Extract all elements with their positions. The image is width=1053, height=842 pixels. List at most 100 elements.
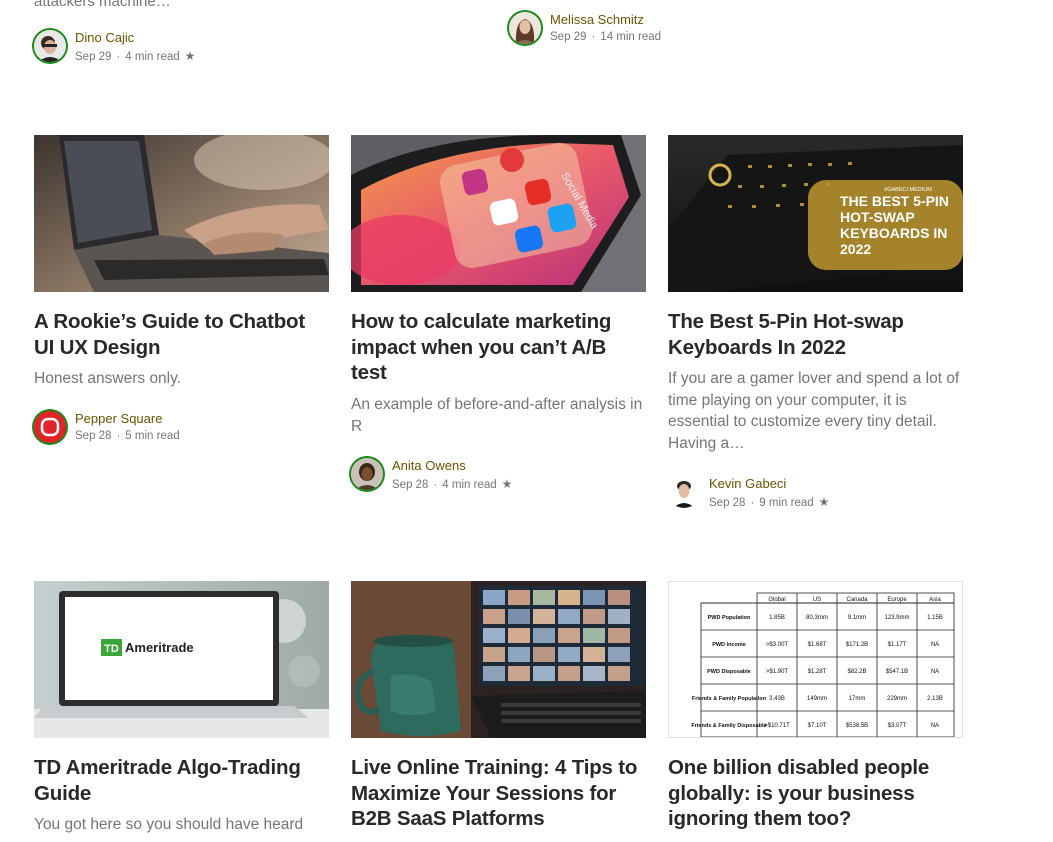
image-headline-line: THE BEST 5-PIN	[840, 193, 949, 209]
table-cell: >$10.71T	[764, 723, 790, 729]
post-meta: Sep 28 · 4 min read ★	[392, 477, 512, 491]
article-title[interactable]: The Best 5-Pin Hot-swap Keyboards In 202…	[668, 309, 938, 360]
author-name[interactable]: Melissa Schmitz	[550, 12, 644, 27]
table-cell: $538.5B	[846, 723, 868, 729]
avatar[interactable]	[668, 476, 700, 508]
table-cell: $3.07T	[888, 723, 907, 729]
table-cell: 17mm	[849, 696, 866, 702]
table-cell: $7.10T	[808, 723, 827, 729]
top-right-author-meta: Melissa Schmitz Sep 29 · 14 min read	[509, 12, 769, 52]
table-cell: 123.9mm	[884, 615, 909, 621]
post-date: Sep 29	[550, 31, 587, 43]
table-header-cell: Asia	[929, 597, 941, 603]
table-cell: 80.3mm	[806, 615, 828, 621]
read-time: 9 min read	[759, 497, 814, 509]
article-thumbnail[interactable]	[351, 581, 646, 738]
post-date: Sep 28	[709, 497, 746, 509]
separator-dot: ·	[116, 430, 121, 442]
post-meta: Sep 28 · 9 min read ★	[709, 495, 829, 509]
article-thumbnail[interactable]: Social Media	[351, 135, 646, 292]
member-only-star-icon: ★	[818, 495, 830, 509]
table-cell: 9.1mm	[848, 615, 866, 621]
avatar[interactable]	[509, 12, 541, 44]
member-only-star-icon: ★	[501, 477, 513, 491]
article-subtitle[interactable]: An example of before-and-after analysis …	[351, 394, 643, 437]
article-card[interactable]: A Rookie’s Guide to Chatbot UI UX Design…	[34, 135, 330, 455]
separator-dot: ·	[116, 51, 121, 63]
article-subtitle[interactable]: If you are a gamer lover and spend a lot…	[668, 368, 960, 454]
article-card[interactable]: Global US Canada Europe Asia PWD Populat…	[668, 581, 964, 842]
table-header-cell: US	[813, 597, 821, 603]
post-meta: Sep 29 · 4 min read ★	[75, 49, 195, 63]
table-header-cell: Europe	[887, 597, 907, 603]
table-cell: NA	[931, 723, 939, 729]
table-row-label: PWD Income	[712, 642, 746, 648]
read-time: 14 min read	[600, 31, 662, 43]
separator-dot: ·	[750, 497, 755, 509]
article-subtitle[interactable]: Honest answers only.	[34, 368, 326, 390]
table-cell: 149mm	[807, 696, 827, 702]
table-cell: NA	[931, 669, 939, 675]
top-left-author-meta: Dino Cajic Sep 29 · 4 min read ★	[34, 30, 294, 70]
article-title[interactable]: A Rookie’s Guide to Chatbot UI UX Design	[34, 309, 326, 360]
avatar[interactable]	[34, 411, 66, 443]
table-cell: 229mm	[887, 696, 907, 702]
article-card[interactable]: Live Online Training: 4 Tips to Maximize…	[351, 581, 647, 842]
author-meta: Pepper Square Sep 28 · 5 min read	[34, 411, 294, 451]
table-cell: >$1.90T	[766, 669, 789, 675]
post-date: Sep 28	[392, 479, 429, 491]
article-title[interactable]: How to calculate marketing impact when y…	[351, 309, 631, 386]
table-row-label: Friends & Family Population	[692, 696, 767, 702]
post-meta: Sep 28 · 5 min read	[75, 430, 180, 442]
image-headline-line: 2022	[840, 241, 871, 257]
article-title[interactable]: One billion disabled people globally: is…	[668, 755, 948, 832]
table-header-cell: Canada	[846, 597, 868, 603]
table-cell: $1.17T	[888, 642, 907, 648]
table-row-label: PWD Disposable	[707, 669, 751, 675]
article-title[interactable]: Live Online Training: 4 Tips to Maximize…	[351, 755, 643, 832]
table-cell: >$3.00T	[766, 642, 789, 648]
separator-dot: ·	[433, 479, 438, 491]
table-row-label: PWD Population	[708, 615, 751, 621]
table-cell: $1.68T	[808, 642, 827, 648]
article-title[interactable]: TD Ameritrade Algo-Trading Guide	[34, 755, 326, 806]
author-name[interactable]: Pepper Square	[75, 411, 162, 426]
top-snippet-fragment: attackers machine…	[34, 0, 171, 10]
article-card[interactable]: #GABECI MEDIUM THE BEST 5-PIN HOT-SWAP K…	[668, 135, 964, 515]
table-cell: $1.28T	[808, 669, 827, 675]
read-time: 4 min read	[125, 51, 180, 63]
table-cell: $82.2B	[847, 669, 866, 675]
image-logo-mark: TD	[104, 643, 119, 655]
article-thumbnail[interactable]: Global US Canada Europe Asia PWD Populat…	[668, 581, 963, 738]
table-cell: $171.2B	[846, 642, 868, 648]
post-meta: Sep 29 · 14 min read	[550, 31, 661, 43]
article-card[interactable]: Social Media How to calculate marketing …	[351, 135, 647, 505]
article-thumbnail[interactable]: TD Ameritrade	[34, 581, 329, 738]
read-time: 5 min read	[125, 430, 180, 442]
avatar[interactable]	[351, 458, 383, 490]
image-headline-line: HOT-SWAP	[840, 209, 915, 225]
author-meta: Kevin Gabeci Sep 28 · 9 min read ★	[668, 476, 928, 516]
table-cell: NA	[931, 642, 939, 648]
table-cell: $547.1B	[886, 669, 908, 675]
table-cell: 2.13B	[927, 696, 943, 702]
avatar[interactable]	[34, 30, 66, 62]
image-headline-line: KEYBOARDS IN	[840, 225, 947, 241]
article-thumbnail[interactable]	[34, 135, 329, 292]
author-meta: Anita Owens Sep 28 · 4 min read ★	[351, 458, 611, 498]
article-card[interactable]: TD Ameritrade TD Ameritrade Algo-Trading…	[34, 581, 330, 842]
author-name[interactable]: Anita Owens	[392, 458, 466, 473]
article-thumbnail[interactable]: #GABECI MEDIUM THE BEST 5-PIN HOT-SWAP K…	[668, 135, 963, 292]
author-name[interactable]: Dino Cajic	[75, 30, 134, 45]
image-logo-word: Ameritrade	[125, 640, 194, 655]
read-time: 4 min read	[442, 479, 497, 491]
table-cell: 3.43B	[769, 696, 785, 702]
table-cell: 1.15B	[927, 615, 943, 621]
post-date: Sep 28	[75, 430, 112, 442]
member-only-star-icon: ★	[184, 49, 196, 63]
article-subtitle[interactable]: You got here so you should have heard	[34, 814, 326, 836]
table-cell: 1.85B	[769, 615, 785, 621]
post-date: Sep 29	[75, 51, 112, 63]
author-name[interactable]: Kevin Gabeci	[709, 476, 786, 491]
table-header-cell: Global	[768, 597, 785, 603]
